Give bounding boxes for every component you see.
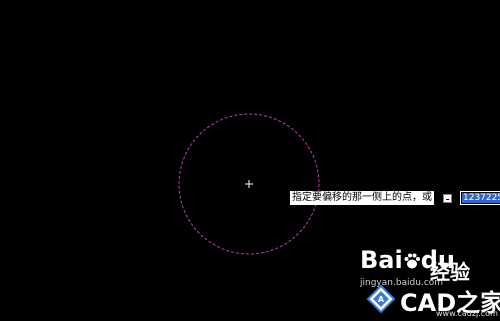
baidu-logo-bai: Bai [360,246,403,274]
cad-home-url: www.cadzj.com [436,309,498,318]
paw-icon [403,248,421,269]
offset-value-text: 12372258 [462,193,500,203]
svg-text:A: A [378,295,385,304]
prompt-text: 指定要偏移的那一侧上的点，或 [290,191,434,205]
cad-drawing-canvas[interactable]: 指定要偏移的那一侧上的点，或 12372258 Bai du 经验 jingya… [0,0,500,321]
offset-value-input[interactable]: 12372258 [460,191,500,205]
cad-logo-icon: A [366,284,396,314]
dropdown-arrow-icon[interactable] [443,193,452,203]
dynamic-input-prompt: 指定要偏移的那一侧上的点，或 12372258 [290,191,500,205]
crosshair-cursor-icon [245,180,253,188]
watermark: Bai du 经验 jingyan.baidu.com A CAD之家 www.… [360,246,500,321]
